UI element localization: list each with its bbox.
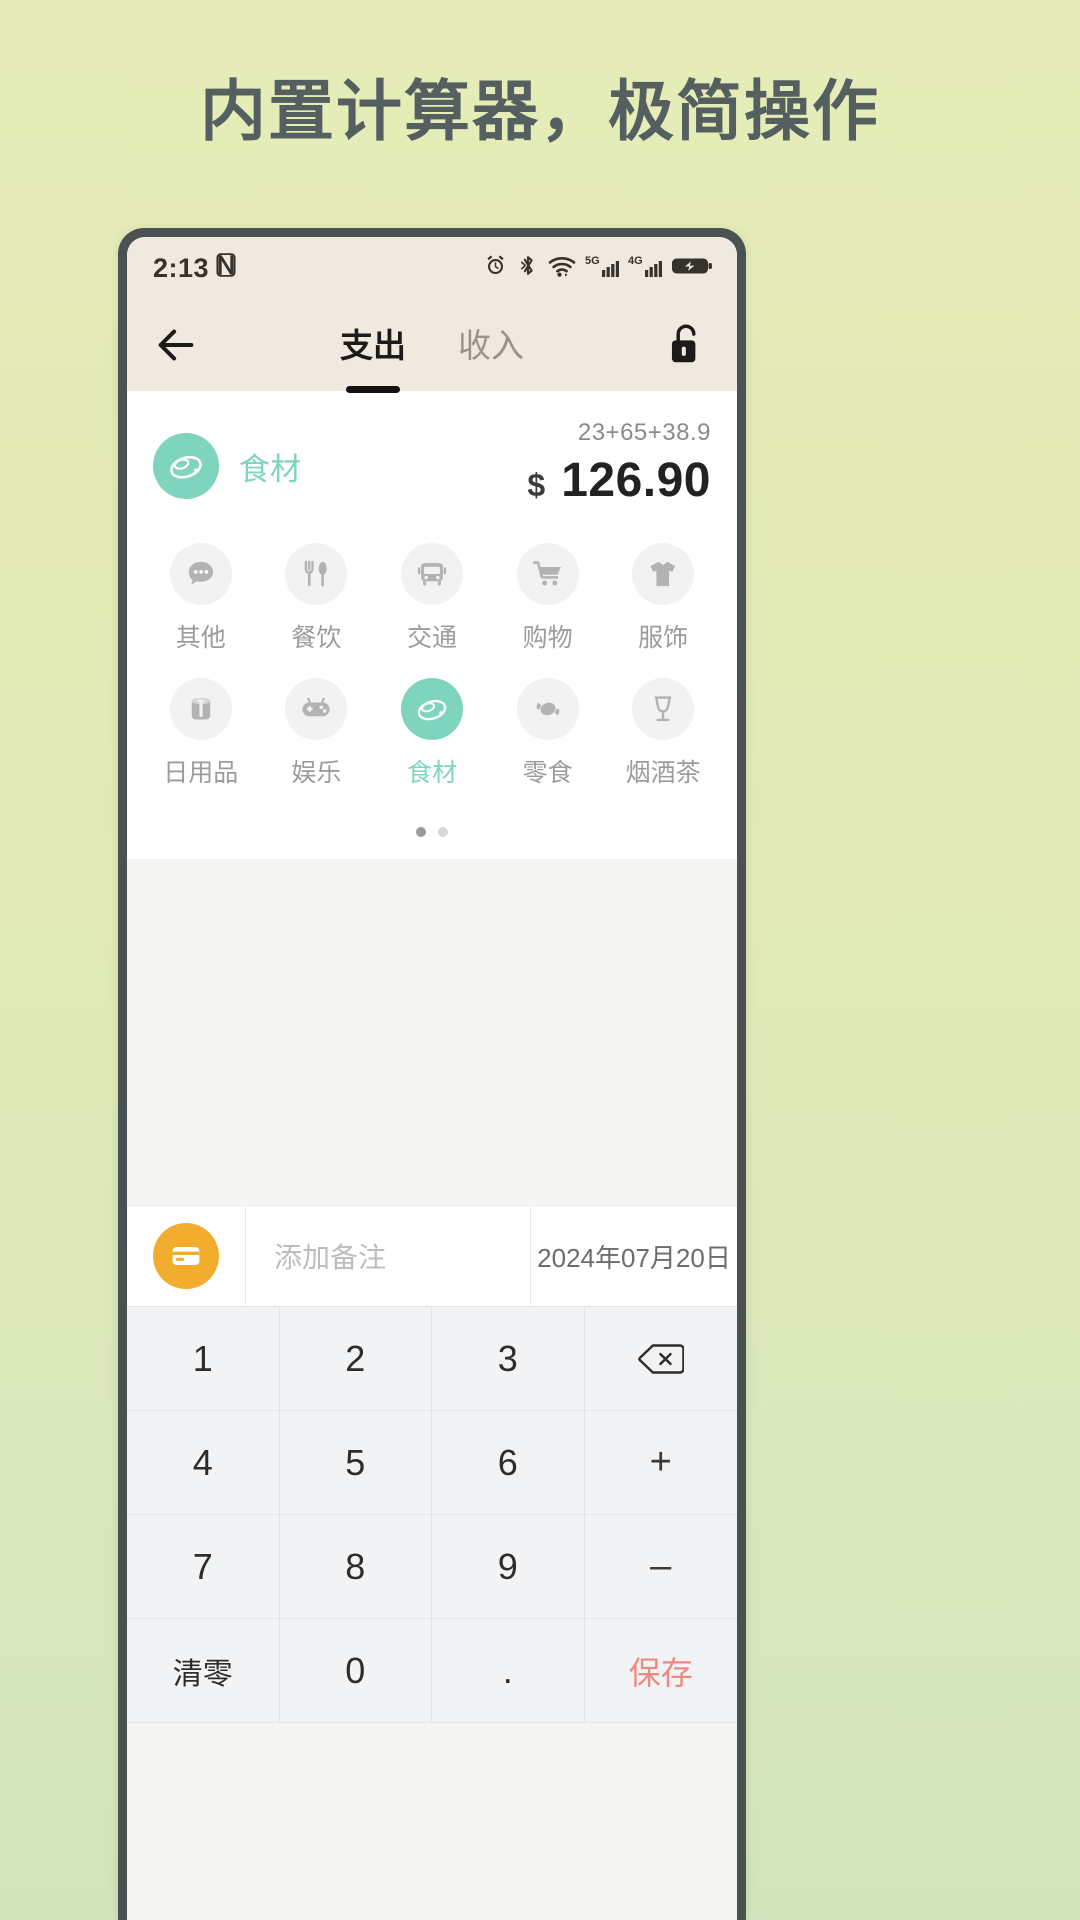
category-item-shopping[interactable]: 购物	[490, 543, 606, 654]
key-9[interactable]: 9	[432, 1515, 585, 1619]
phone-screen: 2:13 5G 4G 支出 收入 食材 23+65+38.9 $ 126.90 …	[127, 237, 737, 1920]
note-input[interactable]: 添加备注	[245, 1206, 531, 1306]
numeric-keypad: 1 2 3 4 5 6 + 7 8 9 – 清零 0 . 保存	[127, 1307, 737, 1723]
key-8[interactable]: 8	[279, 1515, 432, 1619]
tab-bar: 支出 收入	[127, 299, 737, 391]
wallet-card-icon	[153, 1223, 219, 1289]
key-3[interactable]: 3	[432, 1307, 585, 1411]
key-2[interactable]: 2	[279, 1307, 432, 1411]
lock-open-icon[interactable]	[661, 318, 711, 372]
battery-charging-icon	[671, 254, 713, 283]
category-label: 服饰	[638, 624, 689, 652]
account-selector[interactable]	[127, 1206, 245, 1306]
tshirt-icon	[632, 543, 695, 605]
entry-card: 食材 23+65+38.9 $ 126.90	[127, 391, 737, 521]
shopping-cart-icon	[516, 543, 579, 605]
4g-signal-icon: 4G	[628, 253, 662, 284]
key-clear[interactable]: 清零	[127, 1619, 280, 1723]
candy-icon	[516, 678, 579, 740]
category-item-tobacco-alcohol-tea[interactable]: 烟酒茶	[605, 678, 721, 789]
category-item-transport[interactable]: 交通	[374, 543, 490, 654]
fork-knife-icon	[285, 543, 348, 605]
category-item-snacks[interactable]: 零食	[490, 678, 606, 789]
status-bar: 2:13 5G 4G	[127, 237, 737, 299]
key-6[interactable]: 6	[432, 1411, 585, 1515]
page-title: 内置计算器，极简操作	[200, 74, 880, 148]
page-dot-1[interactable]	[416, 827, 426, 837]
category-label: 餐饮	[291, 624, 342, 652]
wifi-icon	[548, 254, 576, 283]
food-ingredient-icon	[153, 433, 219, 499]
key-save[interactable]: 保存	[584, 1619, 737, 1723]
category-label: 其他	[175, 624, 226, 652]
status-time: 2:13	[153, 252, 210, 283]
amount-line: $ 126.90	[527, 453, 711, 508]
category-label: 交通	[406, 624, 457, 652]
category-item-ingredients[interactable]: 食材	[374, 678, 490, 789]
key-4[interactable]: 4	[127, 1411, 280, 1515]
category-item-clothing[interactable]: 服饰	[605, 543, 721, 654]
backspace-icon	[638, 1343, 684, 1374]
label-5g: 5G	[585, 255, 600, 267]
category-grid: 其他 餐饮 交通 购物 服饰 日用品 娱乐 食材 零食 烟酒茶	[127, 521, 737, 807]
amount-value: 126.90	[561, 454, 711, 507]
5g-signal-icon: 5G	[585, 253, 619, 284]
phone-frame: 2:13 5G 4G 支出 收入 食材 23+65+38.9 $ 126.90 …	[118, 228, 746, 1920]
gamepad-icon	[285, 678, 348, 740]
content-spacer	[127, 859, 737, 1205]
status-right-group: 5G 4G	[483, 253, 713, 284]
back-arrow-icon[interactable]	[153, 322, 199, 368]
category-item-dining[interactable]: 餐饮	[259, 543, 375, 654]
key-7[interactable]: 7	[127, 1515, 280, 1619]
bluetooth-icon	[517, 253, 539, 283]
category-label: 零食	[522, 759, 573, 787]
bus-icon	[400, 543, 463, 605]
category-label: 烟酒茶	[625, 759, 701, 787]
key-1[interactable]: 1	[127, 1307, 280, 1411]
date-field[interactable]: 2024年07月20日	[531, 1206, 737, 1306]
status-left-group: 2:13	[153, 252, 239, 285]
key-plus[interactable]: +	[584, 1411, 737, 1515]
category-label: 食材	[406, 759, 457, 787]
category-item-daily-goods[interactable]: 日用品	[143, 678, 259, 789]
note-row: 添加备注 2024年07月20日	[127, 1205, 737, 1307]
key-minus[interactable]: –	[584, 1515, 737, 1619]
page-dot-2[interactable]	[438, 827, 448, 837]
key-dot[interactable]: .	[432, 1619, 585, 1723]
selected-category-label: 食材	[239, 451, 301, 487]
tab-expense[interactable]: 支出	[340, 319, 406, 371]
tab-income[interactable]: 收入	[458, 319, 524, 371]
key-backspace[interactable]	[584, 1307, 737, 1411]
label-4g: 4G	[628, 255, 643, 267]
dots-bubble-icon	[169, 543, 232, 605]
key-0[interactable]: 0	[279, 1619, 432, 1723]
amount-row: 食材 23+65+38.9 $ 126.90	[153, 417, 711, 521]
category-item-other[interactable]: 其他	[143, 543, 259, 654]
nav-bar: 支出 收入	[127, 299, 737, 391]
calculator-formula: 23+65+38.9	[577, 419, 711, 446]
key-5[interactable]: 5	[279, 1411, 432, 1515]
nfc-icon	[213, 252, 239, 285]
category-item-entertainment[interactable]: 娱乐	[259, 678, 375, 789]
page-indicator	[127, 807, 737, 859]
currency-symbol: $	[527, 467, 546, 503]
alarm-icon	[483, 253, 508, 283]
wine-glass-icon	[632, 678, 695, 740]
category-label: 娱乐	[291, 759, 342, 787]
category-label: 购物	[522, 624, 573, 652]
food-ingredient-icon	[400, 678, 463, 740]
category-label: 日用品	[163, 759, 239, 787]
selected-category[interactable]: 食材	[153, 417, 301, 499]
toilet-paper-icon	[169, 678, 232, 740]
amount-display: 23+65+38.9 $ 126.90	[527, 417, 711, 508]
